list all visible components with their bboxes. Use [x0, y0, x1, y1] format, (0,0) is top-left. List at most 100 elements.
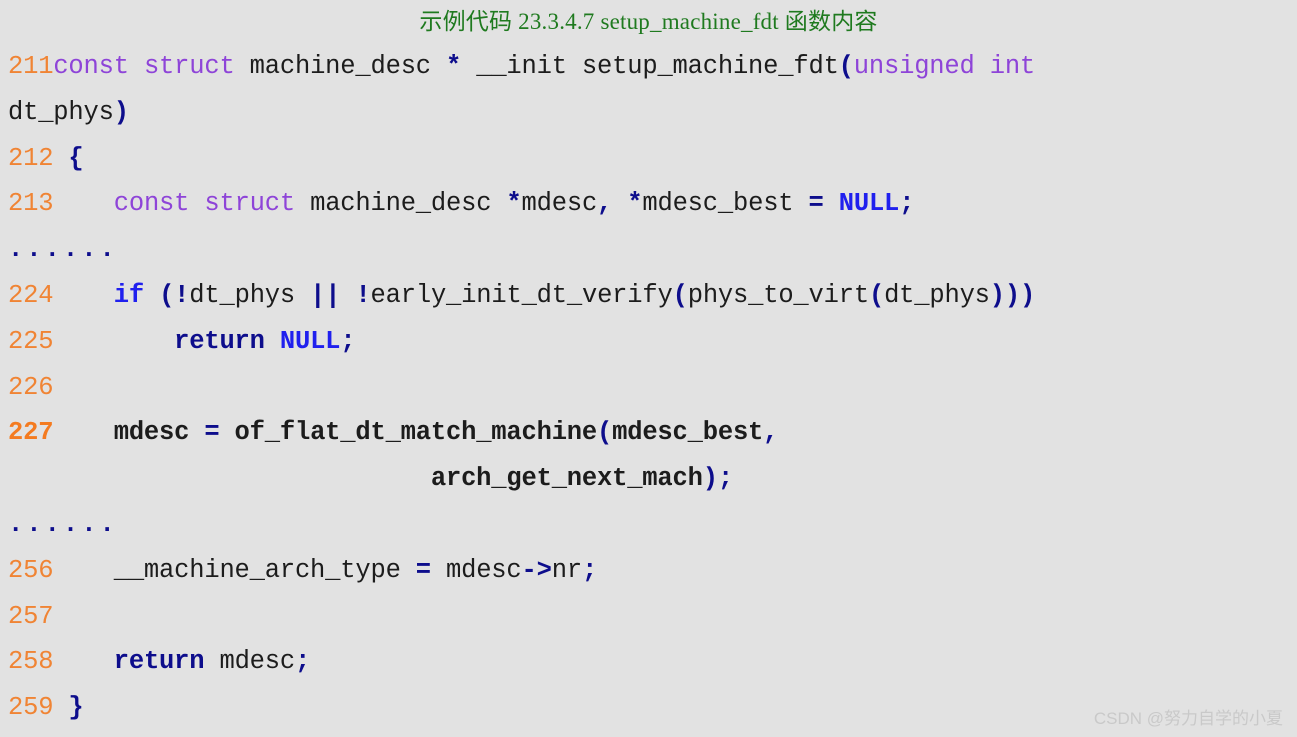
code-line: 257 [8, 594, 1297, 640]
code-token: dt_phys [189, 280, 311, 310]
code-token: of_flat_dt_match_machine [219, 418, 598, 448]
code-line: arch_get_next_mach); [8, 456, 1297, 502]
code-token: * [506, 189, 522, 219]
code-token: const [113, 189, 190, 219]
code-token: , [763, 418, 779, 448]
code-token: mdesc [204, 647, 295, 677]
code-token: __init setup_machine_fdt [461, 52, 839, 81]
code-token: ! [174, 280, 190, 310]
code-line: ...... [8, 502, 1297, 548]
line-number: 212 [8, 143, 54, 173]
code-token: ) [113, 97, 129, 127]
code-token: || [310, 280, 341, 310]
page-title: 示例代码 23.3.4.7 setup_machine_fdt 函数内容 [419, 9, 878, 34]
line-number: 258 [8, 647, 54, 677]
code-token: early_init_dt_verify [370, 280, 673, 310]
code-token: } [68, 693, 84, 723]
code-token: unsigned [853, 52, 975, 81]
code-token: machine_desc [234, 52, 446, 81]
code-block: 211const struct machine_desc * __init se… [0, 44, 1297, 731]
code-token: mdesc [53, 418, 205, 448]
line-number: 213 [8, 189, 54, 219]
code-ellipsis: ...... [8, 235, 118, 265]
line-number: 227 [8, 418, 54, 448]
line-number: 211 [8, 52, 54, 81]
code-token: struct [143, 52, 235, 81]
code-token: NULL [279, 326, 341, 356]
code-token: __machine_arch_type [53, 555, 416, 585]
code-token: ; [294, 647, 311, 677]
code-line: 211const struct machine_desc * __init se… [8, 44, 1297, 90]
code-token: nr [551, 555, 582, 585]
code-token: machine_desc [294, 189, 507, 219]
code-token: arch_get_next_mach [8, 464, 703, 494]
code-token: * [627, 189, 643, 219]
code-token: return [113, 647, 205, 677]
code-token: NULL [838, 189, 900, 219]
code-line: 227 mdesc = of_flat_dt_match_machine(mde… [8, 410, 1297, 456]
code-line: 258 return mdesc; [8, 639, 1297, 685]
code-token: mdesc [521, 189, 598, 219]
code-token: int [989, 52, 1036, 81]
code-token: ( [868, 280, 885, 310]
code-token: if [113, 280, 144, 310]
code-token: mdesc_best [612, 418, 764, 448]
code-token: = [415, 555, 431, 585]
code-line: 225 return NULL; [8, 319, 1297, 365]
code-token: ; [340, 326, 356, 356]
code-line: 224 if (!dt_phys || !early_init_dt_verif… [8, 273, 1297, 319]
code-token: ; [581, 555, 598, 585]
code-token: = [204, 418, 220, 448]
code-token: ( [597, 418, 613, 448]
code-token: , [597, 189, 613, 219]
code-token: struct [204, 189, 295, 219]
line-number: 257 [8, 601, 54, 631]
code-token: ; [899, 189, 915, 219]
code-token: mdesc [430, 555, 522, 585]
code-line: 226 [8, 365, 1297, 411]
line-number: 259 [8, 693, 54, 723]
code-token: dt_phys [8, 97, 114, 127]
code-token: phys_to_virt [687, 280, 869, 310]
code-line: dt_phys) [8, 90, 1297, 136]
code-token: ( [672, 280, 688, 310]
code-token: ( [838, 52, 854, 81]
code-token: -> [521, 555, 552, 585]
code-token: = [808, 189, 824, 219]
code-token: { [68, 143, 84, 173]
line-number: 224 [8, 280, 54, 310]
code-token: mdesc_best [642, 189, 809, 219]
code-line: 213 const struct machine_desc *mdesc, *m… [8, 181, 1297, 227]
code-line: 212 { [8, 136, 1297, 182]
line-number: 256 [8, 555, 54, 585]
line-number: 225 [8, 326, 54, 356]
code-token: ( [159, 280, 175, 310]
code-ellipsis: ...... [8, 509, 118, 539]
code-line: 256 __machine_arch_type = mdesc->nr; [8, 548, 1297, 594]
code-token: const [53, 52, 129, 81]
code-token: return [174, 326, 265, 356]
code-line: ...... [8, 227, 1297, 273]
line-number: 226 [8, 372, 54, 402]
csdn-watermark: CSDN @努力自学的小夏 [1093, 709, 1283, 728]
code-token: ); [702, 464, 733, 494]
code-token: dt_phys [884, 280, 990, 310]
code-token: ))) [989, 280, 1036, 310]
code-token: * [446, 52, 462, 81]
code-listing-page: 示例代码 23.3.4.7 setup_machine_fdt 函数内容 211… [0, 0, 1297, 737]
code-token: ! [355, 280, 371, 310]
